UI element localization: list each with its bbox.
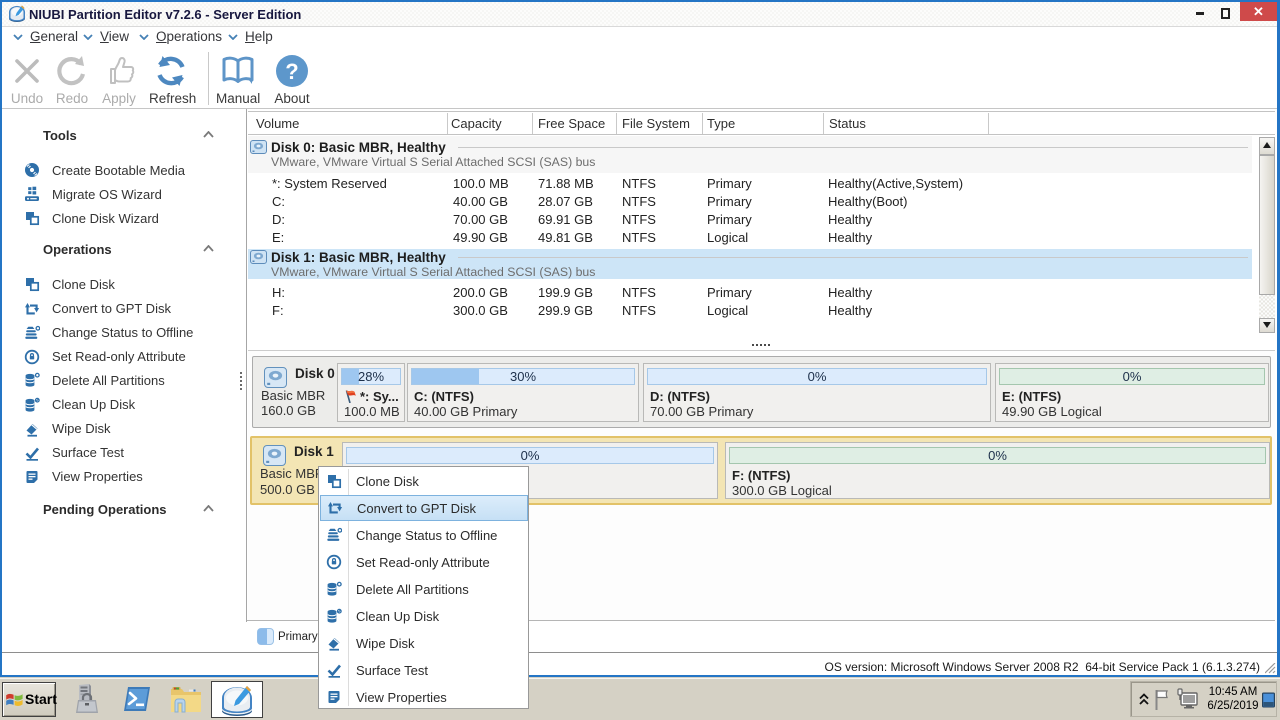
svg-text:?: ? — [285, 59, 298, 84]
